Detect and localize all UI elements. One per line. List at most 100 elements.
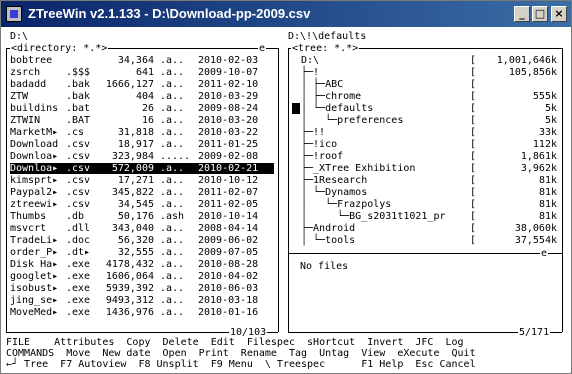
file-size: 9493,312 bbox=[105, 295, 154, 306]
file-size: 32,555 bbox=[117, 247, 154, 258]
tree-node[interactable]: ├─! [105,856k bbox=[301, 67, 559, 78]
file-row[interactable]: ztreewi▸ .csv 34,545 .a.. 2011-02-05 bbox=[10, 199, 274, 210]
tree-size-bracket: [ bbox=[470, 235, 477, 246]
tree-node[interactable]: │ └─defaults [5k bbox=[301, 103, 559, 114]
file-date: 2009-07-05 bbox=[198, 247, 259, 258]
tree-node[interactable]: │ └─preferences [5k bbox=[301, 115, 559, 126]
tree-node-size: 1,861k bbox=[520, 151, 557, 162]
path-line: D:\ bbox=[10, 31, 29, 42]
file-ext: .bak bbox=[66, 79, 91, 90]
file-ext: .doc bbox=[66, 235, 91, 246]
file-name: ZTWIN bbox=[10, 115, 41, 126]
file-name: googlet▸ bbox=[10, 271, 59, 282]
file-size: 26 bbox=[141, 103, 154, 114]
tree-node-size: 81k bbox=[538, 199, 557, 210]
title-bar[interactable]: ZTreeWin v2.1.133 - D:\Download-pp-2009.… bbox=[1, 1, 571, 27]
file-row[interactable]: Download .csv 18,917 .a.. 2011-01-25 bbox=[10, 139, 274, 150]
file-date: 2009-02-08 bbox=[198, 151, 259, 162]
file-size: 1606,064 bbox=[105, 271, 154, 282]
tree-node-label: │ └─BG_s2031t1021_pr bbox=[301, 211, 446, 222]
minimize-button[interactable]: _ bbox=[514, 6, 530, 22]
maximize-button[interactable]: □ bbox=[532, 6, 548, 22]
file-name: MarketM▸ bbox=[10, 127, 59, 138]
right-panel-border-right bbox=[562, 48, 563, 332]
tree-count: 5/171 bbox=[518, 327, 551, 338]
tree-node[interactable]: ├─_XTree Exhibition [3,962k bbox=[301, 163, 559, 174]
menu-line-keys[interactable]: ←┘ Tree F7 Autoview F8 Unsplit F9 Menu \… bbox=[6, 359, 476, 370]
tree-node[interactable]: ├─Android [38,060k bbox=[301, 223, 559, 234]
tree-node[interactable]: │ └─BG_s2031t1021_pr [81k bbox=[301, 211, 559, 222]
file-row[interactable]: TradeLi▸ .doc 56,320 .a.. 2009-06-02 bbox=[10, 235, 274, 246]
menu-line-commands[interactable]: COMMANDS Move New date Open Print Rename… bbox=[6, 348, 476, 359]
file-size: 56,320 bbox=[117, 235, 154, 246]
file-date: 2010-01-16 bbox=[198, 307, 259, 318]
file-row[interactable]: zsrch .$$$ 641 .a.. 2009-10-07 bbox=[10, 67, 274, 78]
tree-node-label: │ └─preferences bbox=[301, 115, 404, 126]
file-name: msvcrt bbox=[10, 223, 47, 234]
file-size: 34,545 bbox=[117, 199, 154, 210]
file-row[interactable]: bobtree 34,364 .a.. 2010-02-03 bbox=[10, 55, 274, 66]
file-attr: .a.. bbox=[160, 163, 185, 174]
file-row[interactable]: Downloa▸ .csv 572,009 .a.. 2010-02-21 bbox=[10, 163, 274, 174]
file-ext: .db bbox=[66, 211, 85, 222]
tree-node[interactable]: │ └─tools [37,554k bbox=[301, 235, 559, 246]
file-attr: .a.. bbox=[160, 295, 185, 306]
file-ext: .csv bbox=[66, 151, 91, 162]
file-row[interactable]: ZTW .bak 404 .a.. 2010-03-29 bbox=[10, 91, 274, 102]
file-name: Disk Ha▸ bbox=[10, 259, 59, 270]
file-attr: .ash bbox=[160, 211, 185, 222]
file-name: MoveMed▸ bbox=[10, 307, 59, 318]
file-ext: .cs bbox=[66, 127, 85, 138]
tree-node[interactable]: │ ├─ABC [ bbox=[301, 79, 559, 90]
tree-size-bracket: [ bbox=[470, 55, 477, 66]
directory-header-tag: e bbox=[258, 43, 267, 54]
tree-node[interactable]: ├─!roof [1,861k bbox=[301, 151, 559, 162]
tree-node[interactable]: ├─!ico [112k bbox=[301, 139, 559, 150]
file-size: 50,176 bbox=[117, 211, 154, 222]
tree-size-bracket: [ bbox=[470, 187, 477, 198]
tree-node-size: 555k bbox=[532, 91, 557, 102]
file-name: buildins bbox=[10, 103, 59, 114]
file-date: 2010-08-28 bbox=[198, 259, 259, 270]
tree-node[interactable]: D:\ [1,001,646k bbox=[301, 55, 559, 66]
file-row[interactable]: jing_se▸ .exe 9493,312 .a.. 2010-03-18 bbox=[10, 295, 274, 306]
tree-node-size: 38,060k bbox=[514, 223, 557, 234]
file-row[interactable]: isobust▸ .exe 5939,392 .a.. 2010-06-03 bbox=[10, 283, 274, 294]
tree-node[interactable]: ├─1Research [81k bbox=[301, 175, 559, 186]
tree-node-size: 81k bbox=[538, 211, 557, 222]
tree-node[interactable]: │ ├─chrome [555k bbox=[301, 91, 559, 102]
tree-node[interactable]: │ └─Frazpolys [81k bbox=[301, 199, 559, 210]
file-size: 572,009 bbox=[111, 163, 154, 174]
file-row[interactable]: ZTWIN .BAT 16 .a.. 2010-03-20 bbox=[10, 115, 274, 126]
app-icon[interactable] bbox=[6, 6, 22, 22]
file-ext: .csv bbox=[66, 139, 91, 150]
file-row[interactable]: Downloa▸ .csv 323,984..... 2009-02-08 bbox=[10, 151, 274, 162]
left-panel-border-right bbox=[278, 48, 279, 332]
file-row[interactable]: kimsprt▸ .csv 17,271 .a.. 2010-10-12 bbox=[10, 175, 274, 186]
file-row[interactable]: Disk Ha▸ .exe 4178,432 .a.. 2010-08-28 bbox=[10, 259, 274, 270]
file-row[interactable]: MarketM▸ .cs 31,818 .a.. 2010-03-22 bbox=[10, 127, 274, 138]
tree-node[interactable]: ├─!! [33k bbox=[301, 127, 559, 138]
tree-node[interactable]: │ └─Dynamos [81k bbox=[301, 187, 559, 198]
file-ext: .exe bbox=[66, 271, 91, 282]
file-row[interactable]: msvcrt .dll 343,040 .a.. 2008-04-14 bbox=[10, 223, 274, 234]
tree-size-bracket: [ bbox=[470, 79, 477, 90]
file-row[interactable]: googlet▸ .exe 1606,064 .a.. 2010-04-02 bbox=[10, 271, 274, 282]
file-row[interactable]: Paypal2▸ .csv 345,822 .a.. 2011-02-07 bbox=[10, 187, 274, 198]
tree-header: <tree: *.*> bbox=[291, 43, 360, 54]
file-date: 2011-02-10 bbox=[198, 79, 259, 90]
file-row[interactable]: buildins .bat 26 .a.. 2009-08-24 bbox=[10, 103, 274, 114]
file-name: jing_se▸ bbox=[10, 295, 59, 306]
tree-size-bracket: [ bbox=[470, 151, 477, 162]
left-panel-border-left bbox=[6, 48, 7, 332]
tree-node-label: │ └─defaults bbox=[301, 103, 374, 114]
file-row[interactable]: order_P▸ .dt▸ 32,555 .a.. 2009-07-05 bbox=[10, 247, 274, 258]
file-row[interactable]: Thumbs .db 50,176 .ash 2010-10-14 bbox=[10, 211, 274, 222]
file-row[interactable]: badadd .bak 1666,127 .a.. 2011-02-10 bbox=[10, 79, 274, 90]
tree-size-bracket: [ bbox=[470, 115, 477, 126]
tree-node-label: │ └─Frazpolys bbox=[301, 199, 392, 210]
file-row[interactable]: MoveMed▸ .exe 1436,976 .a.. 2010-01-16 bbox=[10, 307, 274, 318]
close-button[interactable]: × bbox=[551, 6, 567, 22]
menu-line-file[interactable]: FILE Attributes Copy Delete Edit Filespe… bbox=[6, 337, 464, 348]
file-ext: .exe bbox=[66, 283, 91, 294]
